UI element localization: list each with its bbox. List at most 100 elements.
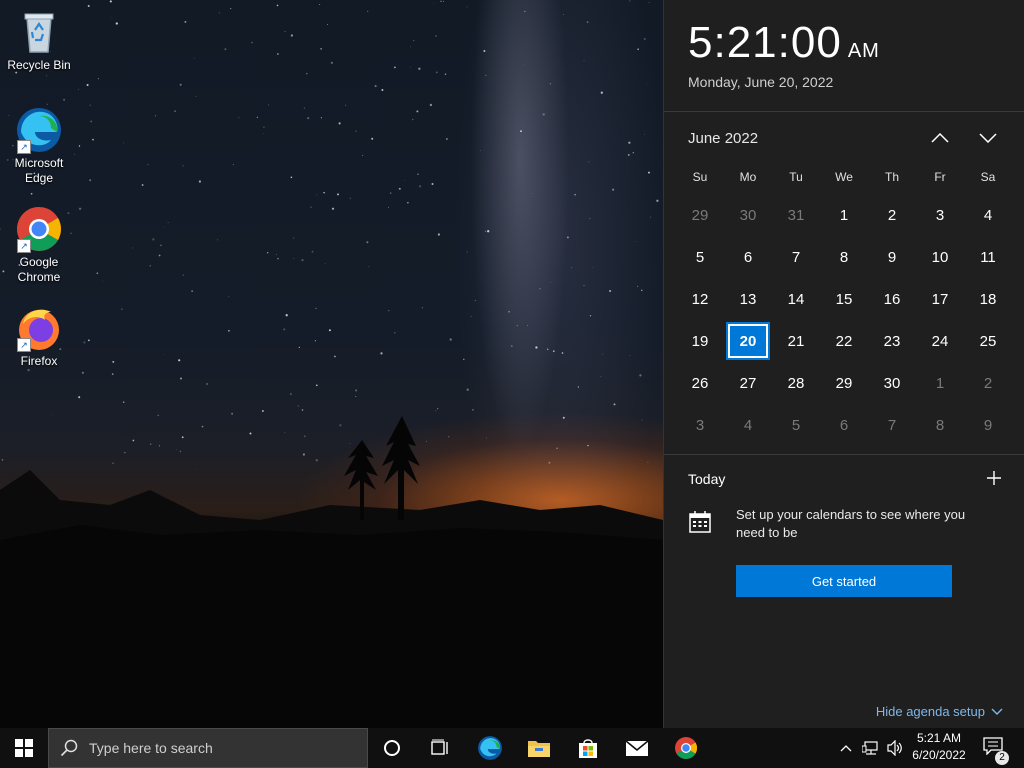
edge-icon bbox=[478, 736, 502, 760]
calendar-day[interactable]: 9 bbox=[964, 404, 1012, 446]
cortana-button[interactable] bbox=[368, 728, 416, 768]
calendar-day[interactable]: 1 bbox=[916, 362, 964, 404]
taskbar-file-explorer-button[interactable] bbox=[515, 728, 563, 768]
calendar-day[interactable]: 5 bbox=[772, 404, 820, 446]
calendar-day[interactable]: 18 bbox=[964, 278, 1012, 320]
calendar-day[interactable]: 15 bbox=[820, 278, 868, 320]
calendar-day-number: 22 bbox=[835, 332, 853, 350]
agenda-today-label: Today bbox=[688, 471, 726, 487]
calendar-day-number: 19 bbox=[691, 332, 709, 350]
calendar-day[interactable]: 13 bbox=[724, 278, 772, 320]
calendar-day[interactable]: 16 bbox=[868, 278, 916, 320]
chrome-icon bbox=[675, 737, 697, 759]
calendar-day[interactable]: 30 bbox=[868, 362, 916, 404]
desktop-icon-recycle-bin[interactable]: Recycle Bin bbox=[1, 8, 77, 73]
weekday-label: Tu bbox=[789, 170, 803, 184]
calendar-day-number: 1 bbox=[935, 374, 945, 392]
calendar-day[interactable]: 3 bbox=[916, 194, 964, 236]
calendar-day-today[interactable]: 20 bbox=[724, 320, 772, 362]
calendar-day[interactable]: 29 bbox=[820, 362, 868, 404]
previous-month-button[interactable] bbox=[926, 126, 954, 150]
calendar-day-number: 26 bbox=[691, 374, 709, 392]
calendar-day[interactable]: 19 bbox=[676, 320, 724, 362]
calendar-day-number: 13 bbox=[739, 290, 757, 308]
taskbar-clock[interactable]: 5:21 AM 6/20/2022 bbox=[904, 730, 974, 764]
calendar-day[interactable]: 10 bbox=[916, 236, 964, 278]
calendar-day-number: 12 bbox=[691, 290, 709, 308]
start-button[interactable] bbox=[0, 728, 48, 768]
calendar-day-number: 2 bbox=[983, 374, 993, 392]
shortcut-arrow-icon: ↗ bbox=[17, 140, 31, 154]
calendar-day[interactable]: 2 bbox=[868, 194, 916, 236]
calendar-day[interactable]: 6 bbox=[724, 236, 772, 278]
taskbar-chrome-button[interactable] bbox=[662, 728, 710, 768]
calendar-day[interactable]: 12 bbox=[676, 278, 724, 320]
calendar-day[interactable]: 28 bbox=[772, 362, 820, 404]
chevron-down-icon bbox=[979, 133, 997, 143]
next-month-button[interactable] bbox=[974, 126, 1002, 150]
action-center-button[interactable]: 2 bbox=[978, 728, 1009, 768]
calendar-day[interactable]: 6 bbox=[820, 404, 868, 446]
calendar-day[interactable]: 8 bbox=[820, 236, 868, 278]
calendar-day[interactable]: 7 bbox=[772, 236, 820, 278]
calendar-day[interactable]: 11 bbox=[964, 236, 1012, 278]
calendar-day[interactable]: 1 bbox=[820, 194, 868, 236]
calendar-day[interactable]: 4 bbox=[724, 404, 772, 446]
calendar-day[interactable]: 27 bbox=[724, 362, 772, 404]
chevron-up-icon bbox=[931, 133, 949, 143]
desktop-icon-label: Microsoft Edge bbox=[14, 156, 64, 185]
chevron-down-icon bbox=[991, 708, 1003, 715]
calendar-day-number: 31 bbox=[787, 206, 805, 224]
calendar-day-number: 7 bbox=[887, 416, 897, 434]
weekday-label: Fr bbox=[934, 170, 946, 184]
taskbar-search-box[interactable]: Type here to search bbox=[48, 728, 368, 768]
calendar-day-number: 17 bbox=[931, 290, 949, 308]
volume-button[interactable] bbox=[884, 728, 906, 768]
calendar-day[interactable]: 30 bbox=[724, 194, 772, 236]
hide-agenda-setup-link[interactable]: Hide agenda setup bbox=[876, 704, 1003, 719]
calendar-day-number: 2 bbox=[887, 206, 897, 224]
desktop-icon-firefox[interactable]: ↗ Firefox bbox=[1, 304, 77, 369]
calendar-day[interactable]: 2 bbox=[964, 362, 1012, 404]
show-hidden-icons-button[interactable] bbox=[836, 728, 856, 768]
calendar-day-number: 5 bbox=[791, 416, 801, 434]
calendar-day-number: 7 bbox=[791, 248, 801, 266]
chrome-icon: ↗ bbox=[15, 205, 63, 253]
calendar-month-title[interactable]: June 2022 bbox=[688, 130, 758, 147]
calendar-day[interactable]: 5 bbox=[676, 236, 724, 278]
flyout-long-date[interactable]: Monday, June 20, 2022 bbox=[688, 74, 833, 90]
task-view-button[interactable] bbox=[416, 728, 464, 768]
desktop-icon-label: Recycle Bin bbox=[7, 58, 71, 72]
desktop-icon-chrome[interactable]: ↗ Google Chrome bbox=[1, 205, 77, 285]
get-started-button[interactable]: Get started bbox=[736, 565, 952, 597]
taskbar-clock-date: 6/20/2022 bbox=[912, 748, 966, 762]
calendar-day[interactable]: 25 bbox=[964, 320, 1012, 362]
calendar-day[interactable]: 14 bbox=[772, 278, 820, 320]
calendar-day[interactable]: 26 bbox=[676, 362, 724, 404]
calendar-day[interactable]: 29 bbox=[676, 194, 724, 236]
calendar-day[interactable]: 22 bbox=[820, 320, 868, 362]
calendar-day-grid: 29 30 31 1 2 3 4 5 6 7 8 9 10 11 12 13 14 15 16 17 18 19 20 21 2… bbox=[676, 194, 1024, 446]
calendar-day[interactable]: 17 bbox=[916, 278, 964, 320]
network-status-button[interactable] bbox=[860, 728, 882, 768]
calendar-day[interactable]: 3 bbox=[676, 404, 724, 446]
calendar-day-number: 8 bbox=[935, 416, 945, 434]
divider bbox=[664, 454, 1024, 455]
calendar-day[interactable]: 23 bbox=[868, 320, 916, 362]
calendar-icon bbox=[688, 510, 712, 539]
calendar-day-number: 29 bbox=[835, 374, 853, 392]
taskbar-edge-button[interactable] bbox=[466, 728, 514, 768]
taskbar-store-button[interactable] bbox=[564, 728, 612, 768]
taskbar-mail-button[interactable] bbox=[613, 728, 661, 768]
calendar-day[interactable]: 21 bbox=[772, 320, 820, 362]
calendar-day[interactable]: 24 bbox=[916, 320, 964, 362]
calendar-day[interactable]: 4 bbox=[964, 194, 1012, 236]
calendar-day[interactable]: 31 bbox=[772, 194, 820, 236]
calendar-day-number: 25 bbox=[979, 332, 997, 350]
add-event-button[interactable] bbox=[982, 466, 1006, 490]
weekday-label: Th bbox=[884, 170, 899, 184]
calendar-day[interactable]: 8 bbox=[916, 404, 964, 446]
calendar-day[interactable]: 9 bbox=[868, 236, 916, 278]
desktop-icon-edge[interactable]: ↗ Microsoft Edge bbox=[1, 106, 77, 186]
calendar-day[interactable]: 7 bbox=[868, 404, 916, 446]
